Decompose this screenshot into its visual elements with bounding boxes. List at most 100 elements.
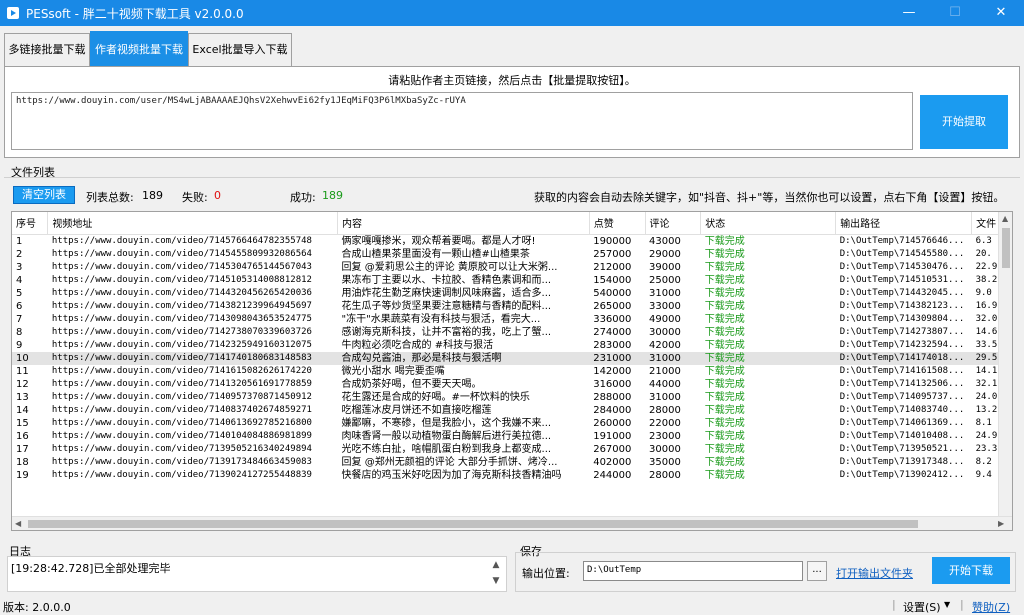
cell-status: 下载完成 <box>704 313 745 325</box>
maximize-button[interactable]: ☐ <box>932 0 978 26</box>
table-row[interactable]: 5 https://www.douyin.com/video/7144320456… <box>12 287 1012 300</box>
column-header-url[interactable]: 视频地址 <box>47 212 339 235</box>
success-count: 189 <box>322 189 343 202</box>
browse-folder-button[interactable]: ... <box>807 561 827 581</box>
scroll-down-icon[interactable]: ▼ <box>487 573 505 589</box>
table-row[interactable]: 14 https://www.douyin.com/video/714083740… <box>12 404 1012 417</box>
author-url-input[interactable]: https://www.douyin.com/user/MS4wLjABAAAA… <box>11 92 913 150</box>
chevron-down-icon[interactable]: ▼ <box>944 600 950 609</box>
cell-status: 下载完成 <box>704 443 745 455</box>
cell-output-path: D:\OutTemp\714132506... <box>839 378 965 389</box>
scroll-right-icon[interactable]: ▶ <box>998 519 1004 528</box>
table-row[interactable]: 19 https://www.douyin.com/video/713902412… <box>12 469 1012 482</box>
status-separator: | <box>960 598 964 611</box>
cell-url: https://www.douyin.com/video/71391734846… <box>51 456 312 467</box>
cell-comments: 31000 <box>649 391 681 403</box>
cell-output-path: D:\OutTemp\714095737... <box>839 391 965 402</box>
window-title: PESsoft - 胖二十视频下载工具 v2.0.0.0 <box>26 7 244 21</box>
scroll-up-icon[interactable]: ▲ <box>1002 214 1008 223</box>
cell-content: 用油炸花生勤芝麻快速调制风味麻酱，适合多... <box>341 287 552 299</box>
table-row[interactable]: 18 https://www.douyin.com/video/713917348… <box>12 456 1012 469</box>
tab-excel-import[interactable]: Excel批量导入下载 <box>188 33 292 67</box>
cell-content: 果冻布丁主要以水、卡拉胶、香精色素调和而... <box>341 274 552 286</box>
cell-comments: 28000 <box>649 469 681 481</box>
cell-content: "冻干"水果蔬菜有没有科技与狠活，看完大... <box>341 313 541 325</box>
tab-multi-link[interactable]: 多链接批量下载 <box>4 33 90 67</box>
sponsor-link[interactable]: 赞助(Z) <box>972 599 1010 615</box>
log-scroll-control[interactable]: ▲ ▼ <box>487 557 505 591</box>
cell-output-path: D:\OutTemp\714510531... <box>839 274 965 285</box>
table-row[interactable]: 8 https://www.douyin.com/video/7142738070… <box>12 326 1012 339</box>
cell-index: 2 <box>16 248 23 260</box>
table-row[interactable]: 7 https://www.douyin.com/video/7143098043… <box>12 313 1012 326</box>
table-horizontal-scrollbar[interactable]: ◀ ▶ <box>12 516 1012 530</box>
cell-content: 花生露还是合成的好喝。#一杯饮料的快乐 <box>341 391 530 403</box>
file-list-divider <box>4 177 1020 178</box>
cell-url: https://www.douyin.com/video/71416150826… <box>51 365 312 376</box>
settings-menu[interactable]: 设置(S) <box>903 599 941 615</box>
column-header-output-path[interactable]: 输出路径 <box>835 212 973 235</box>
cell-likes: 190000 <box>593 235 632 247</box>
cell-content: 回复 @爱莉思公主的评论 黄原胶可以让大米粥... <box>341 261 558 273</box>
column-header-status[interactable]: 状态 <box>700 212 837 235</box>
table-row[interactable]: 15 https://www.douyin.com/video/714061369… <box>12 417 1012 430</box>
table-vertical-scrollbar[interactable]: ▲ <box>998 212 1012 517</box>
cell-content: 微光小甜水 喝完要歪嘴 <box>341 365 445 377</box>
cell-comments: 43000 <box>649 235 681 247</box>
table-row[interactable]: 9 https://www.douyin.com/video/7142325949… <box>12 339 1012 352</box>
start-download-button[interactable]: 开始下载 <box>932 557 1010 584</box>
cell-likes: 212000 <box>593 261 632 273</box>
video-list-table[interactable]: 序号 视频地址 内容 点赞 评论 状态 输出路径 文件 1 https://www… <box>11 211 1013 531</box>
table-row[interactable]: 10 https://www.douyin.com/video/714174018… <box>12 351 1012 365</box>
keyword-hint: 获取的内容会自动去除关键字，如"抖音、抖+"等，当然你也可以设置，点右下角【设置… <box>534 191 1005 204</box>
table-row[interactable]: 4 https://www.douyin.com/video/7145105314… <box>12 274 1012 287</box>
clear-list-button[interactable]: 清空列表 <box>13 186 75 204</box>
cell-index: 1 <box>16 235 23 247</box>
cell-index: 6 <box>16 300 23 312</box>
table-row[interactable]: 1 https://www.douyin.com/video/7145766464… <box>12 234 1012 248</box>
cell-index: 9 <box>16 339 23 351</box>
cell-content: 花生瓜子等炒货坚果要注意糖精与香精的配料... <box>341 300 552 312</box>
table-row[interactable]: 11 https://www.douyin.com/video/714161508… <box>12 365 1012 378</box>
cell-status: 下载完成 <box>704 378 745 390</box>
table-row[interactable]: 2 https://www.douyin.com/video/7145455809… <box>12 248 1012 261</box>
table-row[interactable]: 16 https://www.douyin.com/video/714010408… <box>12 430 1012 443</box>
horizontal-scroll-thumb[interactable] <box>28 520 918 528</box>
app-logo-icon <box>7 7 19 19</box>
table-row[interactable]: 3 https://www.douyin.com/video/7145304765… <box>12 261 1012 274</box>
table-row[interactable]: 17 https://www.douyin.com/video/713950521… <box>12 443 1012 456</box>
cell-url: https://www.douyin.com/video/71453047651… <box>51 261 312 272</box>
scroll-up-icon[interactable]: ▲ <box>487 557 505 573</box>
table-row[interactable]: 12 https://www.douyin.com/video/714132056… <box>12 378 1012 391</box>
column-header-likes[interactable]: 点赞 <box>589 212 646 235</box>
table-row[interactable]: 6 https://www.douyin.com/video/7143821239… <box>12 300 1012 313</box>
cell-index: 13 <box>16 391 29 403</box>
cell-url: https://www.douyin.com/video/71390241272… <box>51 469 312 480</box>
minimize-button[interactable]: — <box>886 0 932 26</box>
column-header-comments[interactable]: 评论 <box>645 212 702 235</box>
cell-content: 合成奶茶好喝，但不要天天喝。 <box>341 378 482 390</box>
cell-url: https://www.douyin.com/video/71430980436… <box>51 313 312 324</box>
cell-comments: 29000 <box>649 248 681 260</box>
status-bar: 版本: 2.0.0.0 | 设置(S) ▼ | 赞助(Z) <box>0 597 1024 614</box>
vertical-scroll-thumb[interactable] <box>1002 228 1010 268</box>
start-extract-button[interactable]: 开始提取 <box>920 95 1008 149</box>
cell-index: 14 <box>16 404 29 416</box>
column-header-index[interactable]: 序号 <box>12 212 49 235</box>
column-header-content[interactable]: 内容 <box>337 212 590 235</box>
output-path-input[interactable]: D:\OutTemp <box>583 561 803 581</box>
cell-comments: 42000 <box>649 339 681 351</box>
table-row[interactable]: 13 https://www.douyin.com/video/714095737… <box>12 391 1012 404</box>
cell-comments: 35000 <box>649 456 681 468</box>
close-button[interactable]: ✕ <box>978 0 1024 26</box>
cell-likes: 274000 <box>593 326 632 338</box>
cell-likes: 336000 <box>593 313 632 325</box>
instruction-text: 请粘贴作者主页链接，然后点击【批量提取按钮】。 <box>388 74 636 87</box>
scroll-left-icon[interactable]: ◀ <box>15 519 21 528</box>
cell-comments: 39000 <box>649 261 681 273</box>
cell-output-path: D:\OutTemp\714309804... <box>839 313 965 324</box>
tab-author-video[interactable]: 作者视频批量下载 <box>90 31 188 67</box>
total-count: 189 <box>142 189 163 202</box>
open-output-folder-link[interactable]: 打开输出文件夹 <box>836 565 913 581</box>
cell-status: 下载完成 <box>704 365 745 377</box>
